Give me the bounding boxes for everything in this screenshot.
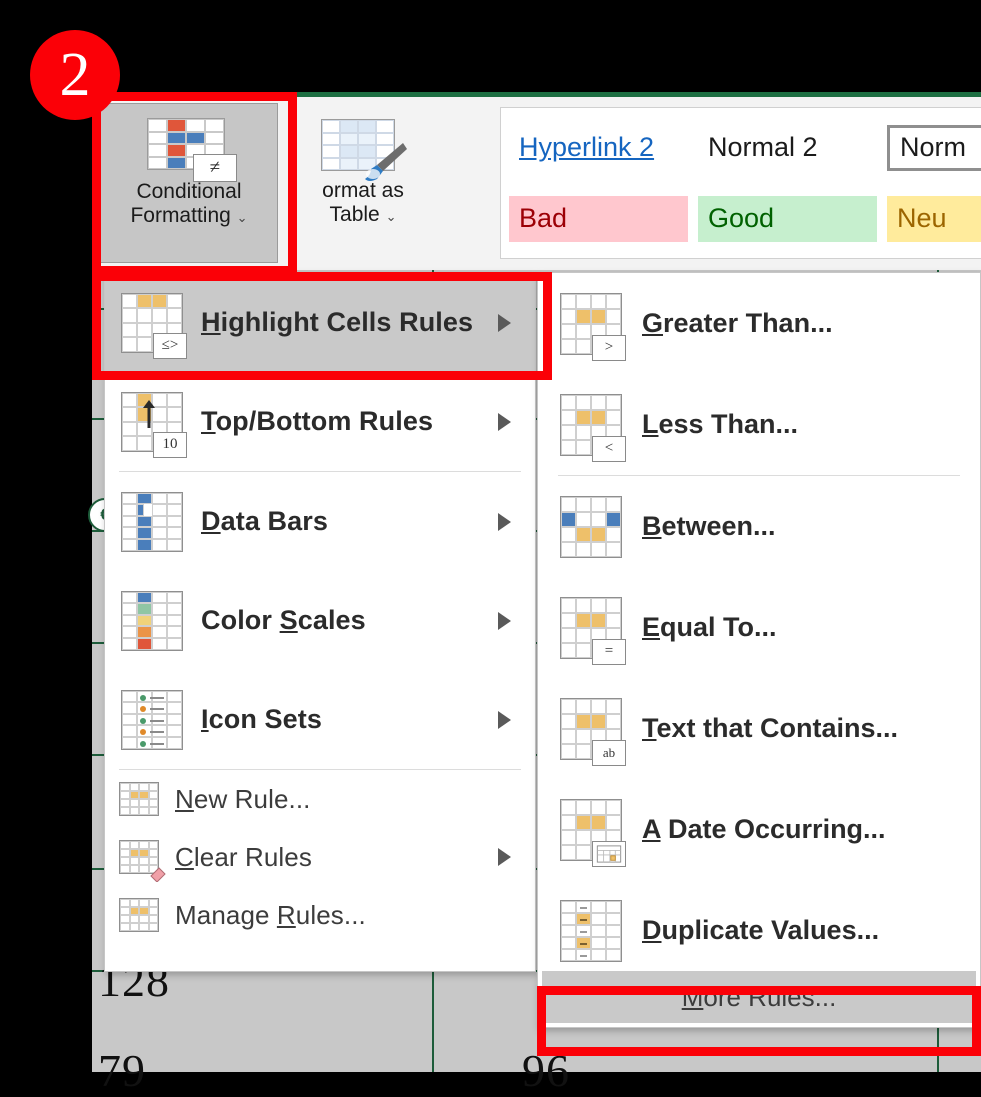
style-neutral[interactable]: Neu	[887, 195, 981, 242]
menu-item-label: Top/Bottom Rules	[201, 406, 434, 436]
submenu-item-label: Text that Contains...	[642, 713, 899, 743]
less-than-icon: <	[560, 393, 626, 462]
operator-badge: =	[592, 638, 626, 665]
menu-item-label: Icon Sets	[201, 704, 322, 734]
style-normal-2[interactable]: Normal 2	[698, 124, 877, 171]
comparison-badge: ≤>	[153, 332, 187, 359]
top-bottom-icon: 10	[121, 391, 187, 458]
submenu-item-between[interactable]: Between...	[538, 476, 980, 577]
submenu-item-label: A Date Occurring...	[642, 814, 886, 844]
ribbon-styles-group: ≠ Conditional Formatting ⌄ ormat as Tabl…	[92, 92, 981, 270]
submenu-item-label: Equal To...	[642, 612, 777, 642]
conditional-formatting-menu[interactable]: ≤> Highlight Cells Rules 10 Top/Bottom R…	[104, 272, 536, 972]
menu-item-clear-rules[interactable]: Clear Rules	[105, 828, 535, 886]
eraser-icon	[150, 867, 166, 882]
manage-rules-icon	[119, 898, 159, 932]
greater-than-icon: >	[560, 292, 626, 361]
menu-item-data-bars[interactable]: Data Bars	[105, 472, 535, 571]
conditional-formatting-label-line2: Formatting	[130, 203, 231, 227]
cell-styles-gallery[interactable]: Hyperlink 2 Normal 2 Norm Bad Good Neu	[500, 107, 981, 259]
style-good[interactable]: Good	[698, 195, 877, 242]
more-rules-label: More Rules...	[681, 981, 837, 1012]
paintbrush-icon	[365, 143, 407, 181]
chevron-right-icon	[498, 710, 511, 729]
menu-item-icon-sets[interactable]: Icon Sets	[105, 670, 535, 769]
icon-sets-icon	[121, 689, 183, 750]
format-as-table-label-line2-row: Table ⌄	[330, 203, 397, 227]
chevron-right-icon	[498, 512, 511, 531]
style-hyperlink-2[interactable]: Hyperlink 2	[509, 124, 688, 171]
menu-item-label: Data Bars	[201, 506, 328, 536]
text-badge: ab	[592, 739, 626, 766]
conditional-formatting-icon: ≠	[141, 118, 237, 182]
operator-badge: <	[592, 435, 626, 462]
menu-item-highlight-cells-rules[interactable]: ≤> Highlight Cells Rules	[105, 273, 535, 372]
menu-item-manage-rules[interactable]: Manage Rules...	[105, 886, 535, 944]
menu-item-top-bottom-rules[interactable]: 10 Top/Bottom Rules	[105, 372, 535, 471]
menu-item-label: New Rule...	[175, 783, 311, 814]
date-occurring-icon	[560, 798, 626, 867]
submenu-item-label: Duplicate Values...	[642, 915, 880, 945]
text-contains-icon: ab	[560, 697, 626, 766]
clear-rules-icon	[119, 840, 166, 882]
conditional-formatting-label-line1: Conditional	[136, 180, 242, 203]
conditional-formatting-button[interactable]: ≠ Conditional Formatting ⌄	[100, 103, 278, 263]
submenu-item-label: Less Than...	[642, 409, 799, 439]
format-as-table-label-line2: Table	[329, 202, 380, 226]
submenu-item-greater-than[interactable]: > Greater Than...	[538, 273, 980, 374]
chevron-right-icon	[498, 313, 511, 332]
sheet-cell-value: 96	[522, 1045, 570, 1096]
new-rule-icon	[119, 782, 159, 816]
menu-item-label: Manage Rules...	[175, 899, 366, 930]
chevron-down-icon[interactable]: ⌄	[386, 209, 397, 224]
chevron-right-icon	[498, 848, 511, 866]
submenu-item-date-occurring[interactable]: A Date Occurring...	[538, 779, 980, 880]
menu-item-label: Clear Rules	[175, 841, 312, 872]
submenu-item-duplicate-values[interactable]: Duplicate Values...	[538, 880, 980, 981]
conditional-formatting-label-line2-row: Formatting ⌄	[130, 204, 247, 228]
chevron-right-icon	[498, 611, 511, 630]
sheet-cell-value: 79	[98, 1045, 146, 1096]
menu-item-label: Highlight Cells Rules	[201, 307, 474, 337]
submenu-item-text-contains[interactable]: ab Text that Contains...	[538, 678, 980, 779]
chevron-down-icon[interactable]: ⌄	[237, 210, 248, 225]
step-number-badge: 2	[30, 30, 120, 120]
menu-item-color-scales[interactable]: Color Scales	[105, 571, 535, 670]
calendar-icon	[592, 840, 626, 867]
submenu-item-equal-to[interactable]: = Equal To...	[538, 577, 980, 678]
operator-badge: >	[592, 334, 626, 361]
between-icon	[560, 495, 622, 558]
format-as-table-button[interactable]: ormat as Table ⌄	[288, 103, 438, 263]
submenu-item-more-rules[interactable]: More Rules...	[542, 971, 976, 1023]
data-bars-icon	[121, 491, 183, 552]
submenu-item-label: Greater Than...	[642, 308, 833, 338]
highlight-cells-icon: ≤>	[121, 292, 187, 359]
style-normal[interactable]: Norm	[887, 124, 981, 171]
up-arrow-icon	[143, 399, 155, 428]
submenu-item-less-than[interactable]: < Less Than...	[538, 374, 980, 475]
duplicate-values-icon	[560, 899, 622, 962]
color-scales-icon	[121, 590, 183, 651]
menu-item-new-rule[interactable]: New Rule...	[105, 770, 535, 828]
highlight-cells-rules-submenu[interactable]: > Greater Than... < Less Than... Between…	[537, 272, 981, 1028]
chevron-right-icon	[498, 412, 511, 431]
format-as-table-icon	[315, 117, 411, 181]
equal-to-icon: =	[560, 596, 626, 665]
style-bad[interactable]: Bad	[509, 195, 688, 242]
not-equal-icon: ≠	[193, 154, 237, 182]
submenu-item-label: Between...	[642, 511, 776, 541]
menu-item-label: Color Scales	[201, 605, 366, 635]
top-count-badge: 10	[153, 431, 187, 458]
